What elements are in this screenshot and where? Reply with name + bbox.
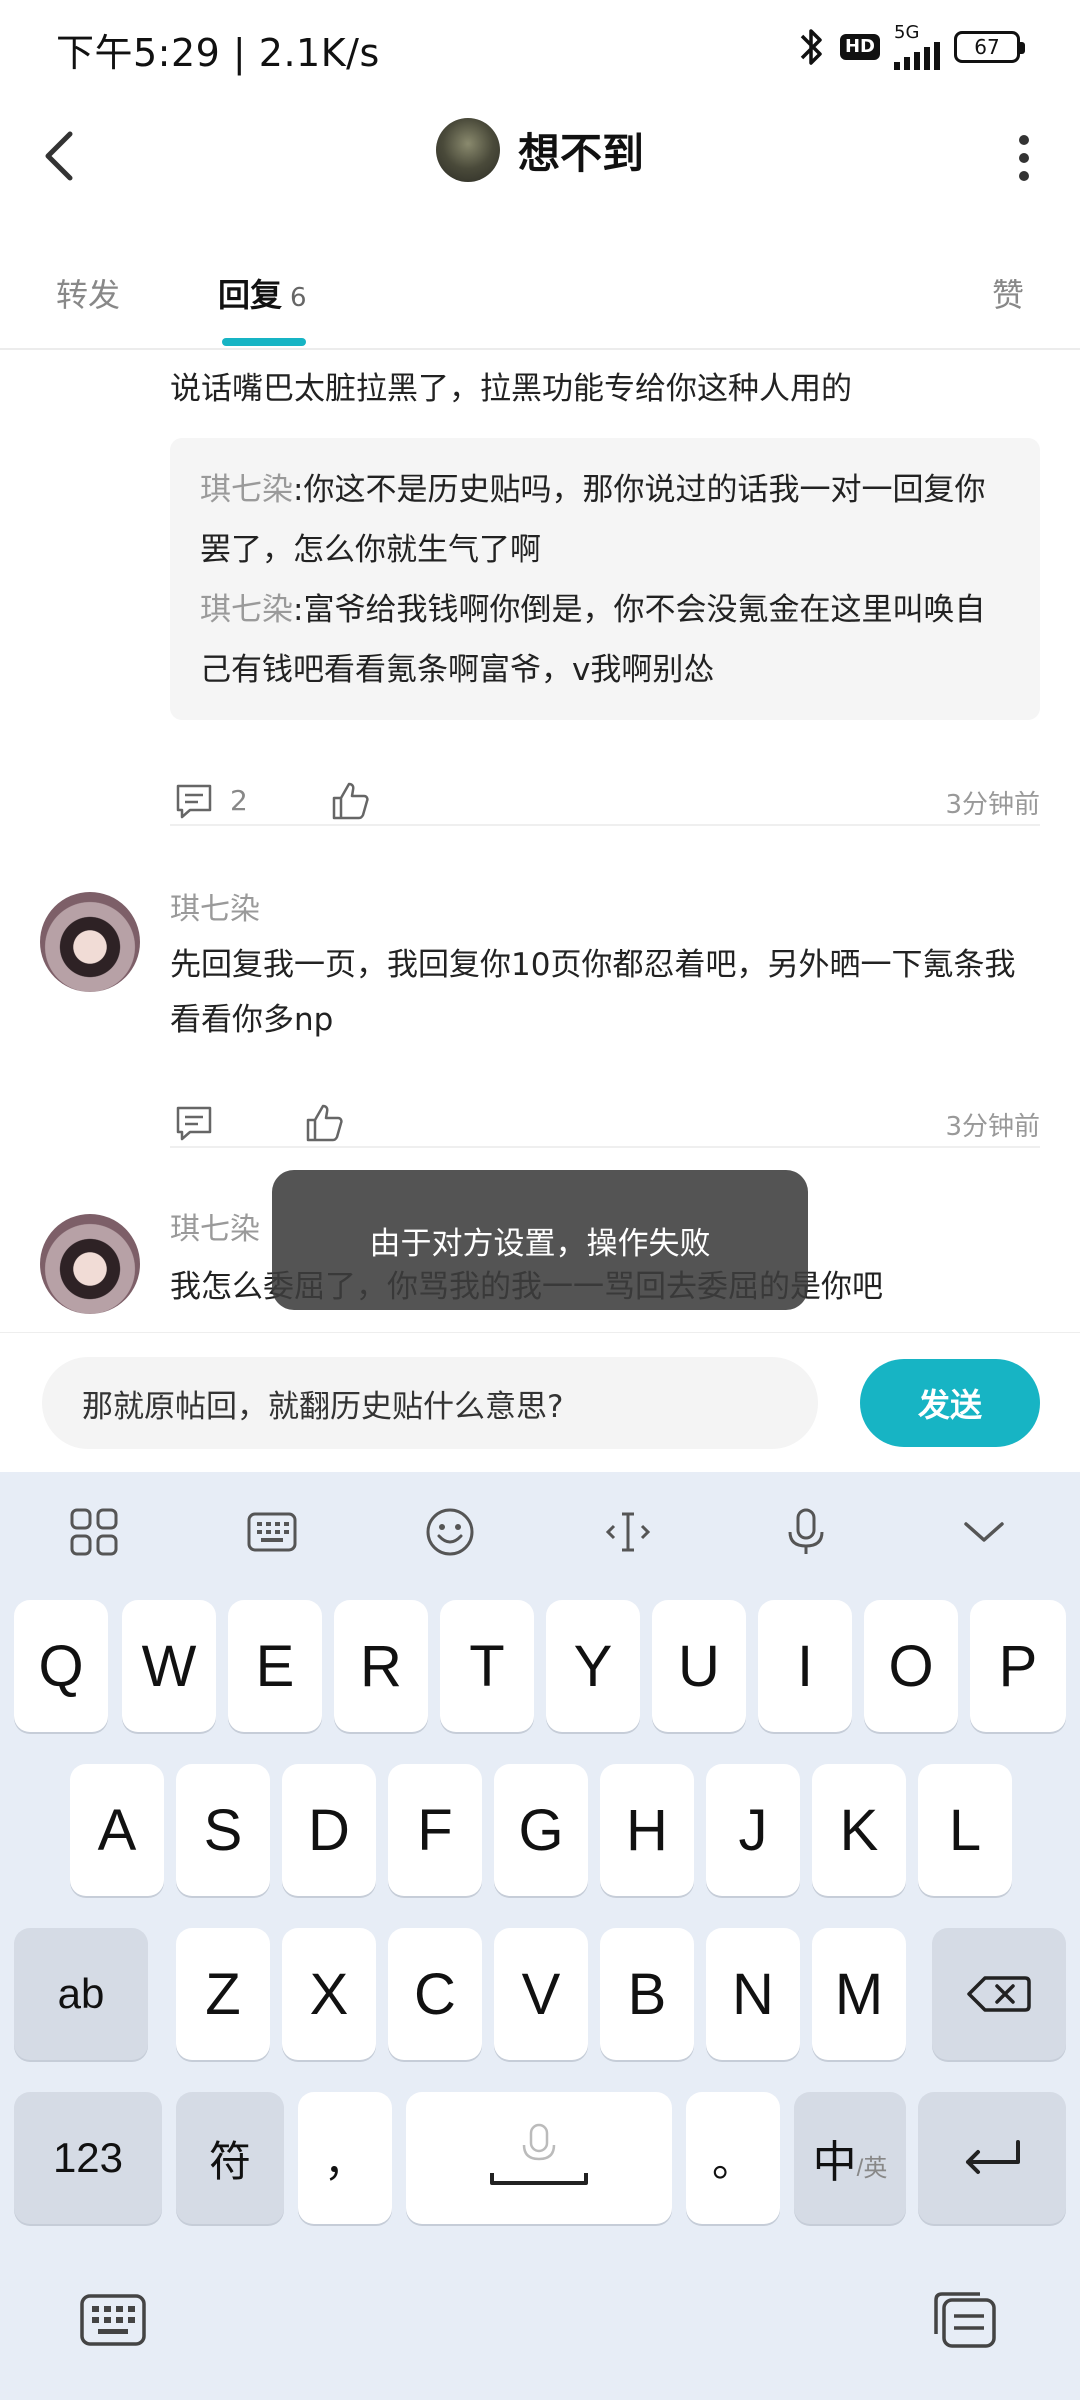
quote-text: :富爷给我钱啊你倒是，你不会没氪金在这里叫唤自己有钱吧看看氪条啊富爷，v我啊别怂 [200, 592, 986, 688]
key-l[interactable]: L [918, 1764, 1012, 1896]
microphone-icon[interactable] [780, 1506, 832, 1558]
key-g[interactable]: G [494, 1764, 588, 1896]
key-d[interactable]: D [282, 1764, 376, 1896]
page-title: 想不到 [517, 128, 644, 178]
status-time: 下午5:29 | 2.1K/s [56, 31, 380, 75]
apps-grid-icon[interactable] [68, 1506, 120, 1558]
cursor-move-icon[interactable] [602, 1506, 654, 1558]
more-icon[interactable] [1018, 134, 1030, 182]
voice-space-icon [490, 2123, 588, 2185]
reply-text: 说话嘴巴太脏拉黑了，拉黑功能专给你这种人用的 [170, 371, 852, 407]
keyboard: Q W E R T Y U I O P A S D F G H J K L ab… [0, 1472, 1080, 2400]
key-z[interactable]: Z [176, 1928, 270, 2060]
status-icons: HD 5G 67 [796, 24, 1025, 70]
signal-icon: 5G [894, 24, 940, 70]
hd-badge: HD [839, 34, 880, 60]
key-b[interactable]: B [600, 1928, 694, 2060]
enter-icon [966, 2140, 1020, 2174]
key-i[interactable]: I [758, 1600, 852, 1732]
battery-level: 67 [974, 35, 1000, 59]
key-n[interactable]: N [706, 1928, 800, 2060]
keyboard-toolbar [0, 1472, 1080, 1592]
divider [170, 1146, 1040, 1148]
backspace-key[interactable] [932, 1928, 1066, 2060]
send-button[interactable]: 发送 [860, 1359, 1040, 1447]
header-user[interactable]: 想不到 [0, 118, 1080, 182]
key-c[interactable]: C [388, 1928, 482, 2060]
keyboard-layout-icon[interactable] [246, 1506, 298, 1558]
error-toast: 由于对方设置，操作失败 [272, 1170, 808, 1310]
key-s[interactable]: S [176, 1764, 270, 1896]
quoted-replies[interactable]: 琪七染:你这不是历史贴吗，那你说过的话我一对一回复你罢了，怎么你就生气了啊 琪七… [170, 438, 1040, 720]
quote-author[interactable]: 琪七染 [200, 592, 293, 628]
reply-time: 3分钟前 [945, 1112, 1040, 1142]
reply-actions: 2 3分钟前 [170, 772, 1040, 832]
reply-author[interactable]: 琪七染 [170, 884, 260, 928]
tab-like[interactable]: 赞 [992, 270, 1024, 316]
user-avatar[interactable] [435, 118, 500, 182]
like-icon[interactable] [304, 1102, 344, 1144]
language-switch-key[interactable]: 中/英 [794, 2092, 906, 2224]
network-type: 5G [894, 22, 920, 43]
key-u[interactable]: U [652, 1600, 746, 1732]
key-y[interactable]: Y [546, 1600, 640, 1732]
key-v[interactable]: V [494, 1928, 588, 2060]
key-e[interactable]: E [228, 1600, 322, 1732]
tab-reply[interactable]: 回复 6 [218, 270, 307, 316]
key-h[interactable]: H [600, 1764, 694, 1896]
active-tab-indicator [222, 338, 306, 346]
reply-input-bar: 那就原帖回，就翻历史贴什么意思? 发送 [0, 1332, 1080, 1472]
emoji-icon[interactable] [424, 1506, 476, 1558]
reply-author[interactable]: 琪七染 [170, 1204, 260, 1248]
key-k[interactable]: K [812, 1764, 906, 1896]
quote-item: 琪七染:你这不是历史贴吗，那你说过的话我一对一回复你罢了，怎么你就生气了啊 [200, 460, 1010, 580]
tab-forward[interactable]: 转发 [56, 270, 120, 316]
like-icon[interactable] [330, 780, 370, 822]
lang-main: 中 [812, 2138, 857, 2187]
comment-icon[interactable] [174, 782, 214, 822]
collapse-keyboard-icon[interactable] [958, 1506, 1010, 1558]
tab-reply-count: 6 [290, 283, 307, 313]
key-m[interactable]: M [812, 1928, 906, 2060]
key-o[interactable]: O [864, 1600, 958, 1732]
keyboard-switch-icon[interactable] [78, 2290, 148, 2350]
quote-text: :你这不是历史贴吗，那你说过的话我一对一回复你罢了，怎么你就生气了啊 [200, 472, 986, 568]
comment-icon[interactable] [174, 1104, 214, 1144]
key-q[interactable]: Q [14, 1600, 108, 1732]
bluetooth-icon [800, 29, 822, 65]
key-p[interactable]: P [970, 1600, 1066, 1732]
quote-author[interactable]: 琪七染 [200, 472, 293, 508]
key-x[interactable]: X [282, 1928, 376, 2060]
key-symbols[interactable]: 符 [176, 2092, 284, 2224]
key-w[interactable]: W [122, 1600, 216, 1732]
reply-time: 3分钟前 [945, 790, 1040, 820]
key-r[interactable]: R [334, 1600, 428, 1732]
enter-key[interactable] [918, 2092, 1066, 2224]
reply-input[interactable]: 那就原帖回，就翻历史贴什么意思? [42, 1357, 818, 1449]
divider [170, 824, 1040, 826]
reply-actions: 3分钟前 [170, 1094, 1040, 1154]
key-ab[interactable]: ab [14, 1928, 148, 2060]
reply-text: 先回复我一页，我回复你10页你都忍着吧，另外晒一下氪条我看看你多np [170, 947, 1016, 1038]
lang-alt: /英 [856, 2154, 888, 2182]
tab-bar: 转发 回复 6 赞 [0, 250, 1080, 350]
key-a[interactable]: A [70, 1764, 164, 1896]
avatar[interactable] [40, 1214, 140, 1314]
status-bar: 下午5:29 | 2.1K/s HD 5G 67 [0, 0, 1080, 100]
key-j[interactable]: J [706, 1764, 800, 1896]
key-numbers[interactable]: 123 [14, 2092, 162, 2224]
space-key[interactable] [406, 2092, 672, 2224]
battery-icon: 67 [954, 31, 1025, 63]
key-comma[interactable]: ， [298, 2092, 392, 2224]
key-t[interactable]: T [440, 1600, 534, 1732]
key-f[interactable]: F [388, 1764, 482, 1896]
key-period[interactable]: 。 [686, 2092, 780, 2224]
quote-item: 琪七染:富爷给我钱啊你倒是，你不会没氪金在这里叫唤自己有钱吧看看氪条啊富爷，v我… [200, 580, 1010, 700]
backspace-icon [967, 1976, 1031, 2012]
comment-count: 2 [230, 784, 248, 817]
tab-reply-label: 回复 [218, 276, 283, 314]
clipboard-icon[interactable] [930, 2290, 1000, 2350]
avatar[interactable] [40, 892, 140, 992]
header: 想不到 [0, 100, 1080, 212]
